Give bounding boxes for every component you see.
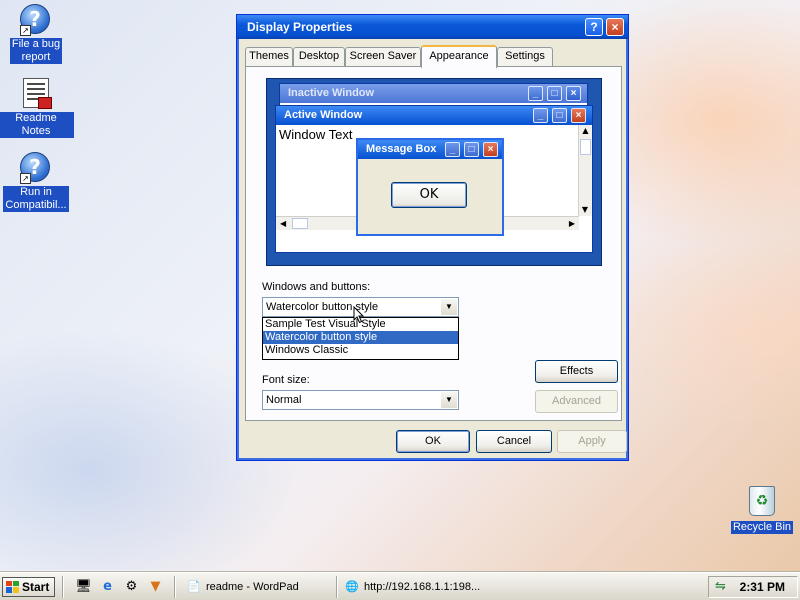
task-browser[interactable]: 🌐 http://192.168.1.1:198... xyxy=(342,577,502,598)
desktop-icon-label: Readme Notes xyxy=(0,112,74,138)
start-label: Start xyxy=(22,580,50,594)
taskbar-separator xyxy=(62,576,64,598)
scroll-thumb xyxy=(292,218,308,229)
preview-inactive-title: Inactive Window xyxy=(288,87,375,99)
help-shortcut-icon: ? ↗ xyxy=(20,152,52,184)
document-icon xyxy=(20,78,52,110)
network-icon[interactable]: ⚙ xyxy=(123,579,140,595)
option-windows-classic[interactable]: Windows Classic xyxy=(263,344,458,357)
tab-appearance[interactable]: Appearance xyxy=(421,45,497,68)
ok-button[interactable]: OK xyxy=(396,430,470,453)
taskbar: Start 🖥 e ⚙ ▼ 📄 readme - WordPad 🌐 http:… xyxy=(0,572,800,600)
windows-logo-icon xyxy=(6,581,19,593)
scroll-up-icon: ▲ xyxy=(582,126,589,135)
task-wordpad[interactable]: 📄 readme - WordPad xyxy=(184,577,334,598)
font-size-dropdown[interactable]: Normal ▼ xyxy=(262,390,459,410)
maximize-icon: □ xyxy=(552,108,567,123)
chevron-down-icon[interactable]: ▼ xyxy=(441,392,457,408)
minimize-icon: _ xyxy=(533,108,548,123)
desktop-icon-recycle-bin[interactable]: Recycle Bin xyxy=(724,486,800,534)
effects-button[interactable]: Effects xyxy=(535,360,618,383)
start-button[interactable]: Start xyxy=(2,577,55,597)
preview-message-titlebar: Message Box _ □ × xyxy=(358,140,502,159)
tab-themes[interactable]: Themes xyxy=(245,47,293,66)
advanced-button[interactable]: Advanced xyxy=(535,390,618,413)
cancel-button[interactable]: Cancel xyxy=(476,430,552,453)
task-wordpad-label: readme - WordPad xyxy=(206,581,299,593)
dialog-title: Display Properties xyxy=(247,20,353,34)
safely-remove-hardware-icon[interactable]: ⇋ xyxy=(715,579,726,594)
font-size-label: Font size: xyxy=(262,374,310,386)
preview-ok-button: OK xyxy=(391,182,467,208)
tab-desktop[interactable]: Desktop xyxy=(293,47,345,66)
help-icon: ? xyxy=(590,20,598,34)
close-icon: × xyxy=(611,20,619,34)
chevron-down-icon[interactable]: ▼ xyxy=(441,299,457,315)
tab-settings[interactable]: Settings xyxy=(497,47,553,66)
scroll-thumb xyxy=(580,139,591,155)
show-desktop-icon[interactable]: 🖥 xyxy=(75,579,92,595)
minimize-icon: _ xyxy=(528,86,543,101)
taskbar-separator xyxy=(336,576,338,598)
preview-active-title: Active Window xyxy=(284,109,363,121)
appearance-panel: Inactive Window _ □ × Active Window _ □ … xyxy=(245,66,622,421)
desktop-icon-readme-notes[interactable]: Readme Notes xyxy=(0,78,74,138)
scroll-left-icon: ◀ xyxy=(280,219,287,228)
desktop-icon-run-in-compatibility[interactable]: ? ↗ Run in Compatibil... xyxy=(0,152,74,212)
preview-window-text: Window Text xyxy=(279,127,353,142)
close-icon: × xyxy=(571,108,586,123)
maximize-icon: □ xyxy=(464,142,479,157)
preview-vertical-scrollbar: ▲ ▼ xyxy=(578,125,592,216)
minimize-icon: _ xyxy=(445,142,460,157)
scroll-right-icon: ▶ xyxy=(568,219,575,228)
help-shortcut-icon: ? ↗ xyxy=(20,4,52,36)
maximize-icon: □ xyxy=(547,86,562,101)
clock[interactable]: 2:31 PM xyxy=(740,577,785,598)
font-size-value: Normal xyxy=(266,394,302,406)
scroll-down-icon: ▼ xyxy=(581,205,589,214)
windows-buttons-label: Windows and buttons: xyxy=(262,281,371,293)
preview-inactive-titlebar: Inactive Window _ □ × xyxy=(280,84,587,103)
help-button[interactable]: ? xyxy=(585,18,603,36)
preview-message-box: Message Box _ □ × OK xyxy=(356,138,504,236)
mouse-pointer-icon xyxy=(353,306,365,324)
task-browser-label: http://192.168.1.1:198... xyxy=(364,581,481,593)
close-button[interactable]: × xyxy=(606,18,624,36)
media-player-icon[interactable]: ▼ xyxy=(147,579,164,595)
preview-message-title: Message Box xyxy=(366,143,437,155)
close-icon: × xyxy=(566,86,581,101)
taskbar-separator xyxy=(174,576,176,598)
internet-explorer-icon[interactable]: e xyxy=(99,579,116,595)
option-watercolor-button-style[interactable]: Watercolor button style xyxy=(263,331,458,344)
appearance-preview: Inactive Window _ □ × Active Window _ □ … xyxy=(266,78,602,266)
browser-icon: 🌐 xyxy=(345,581,359,593)
wordpad-icon: 📄 xyxy=(187,581,201,593)
desktop-icon-file-a-bug-report[interactable]: ? ↗ File a bug report xyxy=(0,4,74,64)
desktop-icon-label: Recycle Bin xyxy=(730,521,794,534)
recycle-bin-icon xyxy=(746,486,778,518)
display-properties-dialog: Display Properties ? × Themes Desktop Sc… xyxy=(236,14,629,461)
tab-screen-saver[interactable]: Screen Saver xyxy=(345,47,421,66)
preview-active-titlebar: Active Window _ □ × xyxy=(276,106,592,125)
apply-button[interactable]: Apply xyxy=(557,430,627,453)
desktop-icon-label: File a bug report xyxy=(9,38,63,64)
desktop-icon-label: Run in Compatibil... xyxy=(3,186,69,212)
dialog-titlebar[interactable]: Display Properties ? × xyxy=(237,15,628,39)
system-tray: ⇋ 2:31 PM xyxy=(708,576,798,598)
close-icon: × xyxy=(483,142,498,157)
